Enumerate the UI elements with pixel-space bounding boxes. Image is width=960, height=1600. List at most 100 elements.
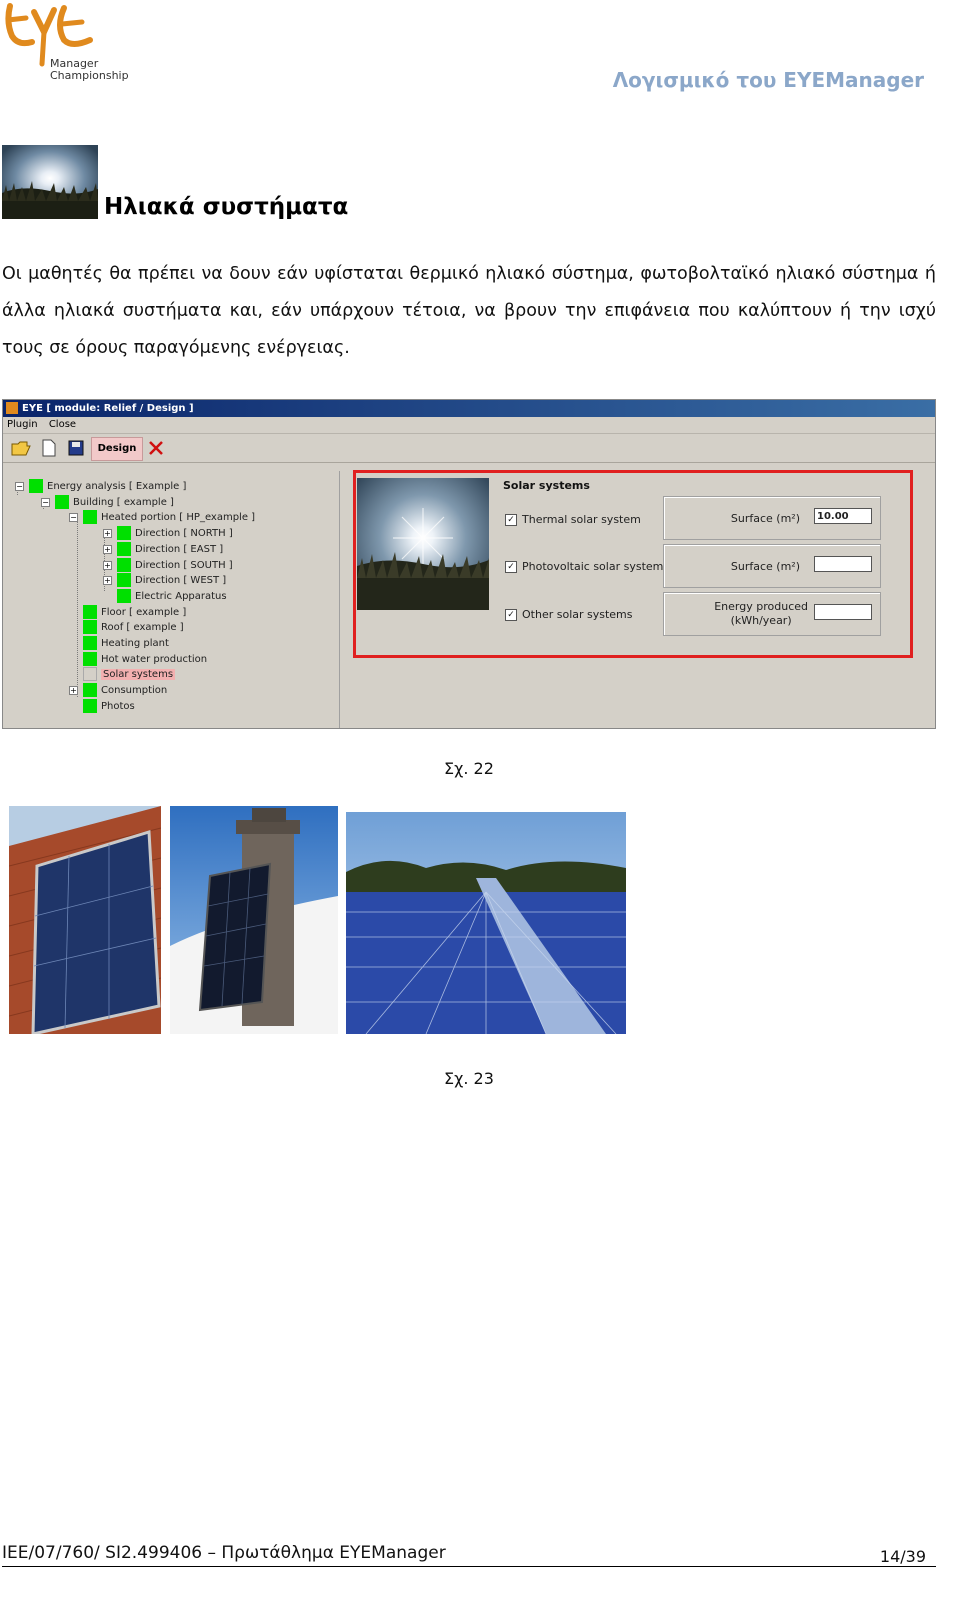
tree-item-11[interactable]: Hot water production [83,651,208,667]
tree-item-5[interactable]: Direction [ SOUTH ] [117,557,233,573]
tree-status-square [83,604,97,619]
thermal-solar-label: Thermal solar system [522,513,641,526]
pv-surface-input[interactable] [814,556,872,572]
window-titlebar: EYE [ module: Relief / Design ] [3,400,935,417]
app-icon [6,402,18,414]
footer-page-number: 14/39 [879,1547,926,1566]
eye-software-window: EYE [ module: Relief / Design ] Plugin C… [2,399,936,729]
solar-systems-heading: Solar systems [503,479,590,492]
tree-item-label: Hot water production [101,653,208,665]
pv-surface-label: Surface (m²) [730,560,800,573]
new-document-icon[interactable] [41,439,59,457]
figure-22-caption: Σχ. 22 [444,759,494,778]
tree-item-label: Energy analysis [ Example ] [47,481,187,492]
pv-surface-group: Surface (m²) [663,544,881,588]
tree-item-2[interactable]: Heated portion [ HP_example ] [83,510,255,525]
tree-status-square [83,683,97,698]
tree-item-13[interactable]: Consumption [83,683,167,698]
tree-item-label: Solar systems [101,669,176,681]
tree-expander-13[interactable]: + [69,686,78,696]
tree-item-label: Direction [ NORTH ] [135,528,233,540]
tree-item-1[interactable]: Building [ example ] [55,494,174,510]
tree-status-square [83,651,97,666]
tree-status-square [83,667,97,682]
energy-produced-group: Energy produced (kWh/year) [663,592,881,636]
roof-solar-panel-photo [9,806,161,1034]
tree-item-14[interactable]: Photos [83,698,135,714]
tree-status-square [117,526,131,541]
tree-expander-3[interactable]: + [103,529,112,539]
tree-status-square [83,698,97,713]
tree-item-label: Photos [101,700,135,712]
solar-panel-photo [357,478,489,610]
pv-solar-checkbox[interactable]: ✓ [505,561,517,573]
tree-item-label: Direction [ EAST ] [135,543,224,555]
thermal-solar-checkbox[interactable]: ✓ [505,514,517,526]
tree-expander-1[interactable]: − [41,497,50,507]
tree-item-label: Direction [ SOUTH ] [135,559,233,571]
tree-expander-2[interactable]: − [69,513,78,523]
tree-status-square [29,479,43,493]
tree-status-square [117,573,131,588]
menu-plugin[interactable]: Plugin [3,417,42,433]
menu-bar: Plugin Close [3,417,935,434]
tree-item-label: Heating plant [101,638,169,649]
tree-panel: − Energy analysis [ Example ] − Building [ … [7,471,340,728]
logo-line-championship: Championship [50,69,129,82]
energy-produced-label-line2: (kWh/year) [730,614,792,627]
footer-project-id: IEE/07/760/ SI2.499406 – Πρωτάθλημα EYEM… [2,1543,446,1563]
eye-logo: Manager Championship [4,2,134,90]
menu-close[interactable]: Close [45,417,80,433]
tree-item-label: Direction [ WEST ] [135,575,227,587]
thermal-surface-label: Surface (m²) [730,512,800,525]
pv-solar-row: ✓ Photovoltaic solar system [505,560,663,573]
pv-solar-label: Photovoltaic solar system [522,560,664,573]
tree-expander-6[interactable]: + [103,576,112,586]
header-title: Λογισμικό του EYEManager [612,68,924,92]
thermal-surface-group: Surface (m²) 10.00 [663,496,881,540]
tree-expander-4[interactable]: + [103,544,112,554]
tree-status-square [117,588,131,603]
tree-expander-5[interactable]: + [103,560,112,570]
other-solar-label: Other solar systems [522,608,633,621]
tree-item-label: Building [ example ] [73,496,174,508]
tree-item-7[interactable]: Electric Apparatus [117,588,227,604]
sunset-grass-thumbnail [2,145,98,219]
thermal-solar-row: ✓ Thermal solar system [505,513,641,526]
tree-expander-0[interactable]: − [15,482,24,491]
window-title: EYE [ module: Relief / Design ] [22,403,194,414]
delete-x-icon[interactable] [147,439,165,457]
tree-item-6[interactable]: Direction [ WEST ] [117,573,226,588]
thermal-surface-input[interactable]: 10.00 [814,508,872,524]
energy-produced-label: Energy produced (kWh/year) [714,600,808,628]
design-button[interactable]: Design [91,437,143,461]
tree-item-4[interactable]: Direction [ EAST ] [117,541,224,557]
intro-paragraph: Οι μαθητές θα πρέπει να δουν εάν υφίστατ… [2,264,936,358]
tree-item-9[interactable]: Roof [ example ] [83,620,184,635]
tree-status-square [117,557,131,572]
solar-farm-photo [346,812,626,1034]
toolbar: Design [3,434,935,463]
other-solar-checkbox[interactable]: ✓ [505,609,517,621]
footer-divider [2,1566,936,1567]
save-icon[interactable] [67,439,85,457]
other-solar-row: ✓ Other solar systems [505,608,633,621]
tree-item-3[interactable]: Direction [ NORTH ] [117,526,233,541]
tree-status-square [83,510,97,525]
tree-item-10[interactable]: Heating plant [83,636,169,651]
tree-status-square [117,541,131,556]
chimney-solar-panel-photo [170,806,338,1034]
energy-produced-input[interactable] [814,604,872,620]
open-folder-icon[interactable] [11,439,31,457]
tree-item-12[interactable]: Solar systems [83,667,176,682]
tree-item-label: Electric Apparatus [135,590,227,602]
tree-status-square [83,636,97,650]
tree-status-square [83,620,97,635]
energy-produced-label-line1: Energy produced [714,600,808,613]
tree-item-8[interactable]: Floor [ example ] [83,604,187,620]
tree-item-0[interactable]: Energy analysis [ Example ] [29,479,186,494]
tree-item-label: Roof [ example ] [101,622,184,634]
section-title: Ηλιακά συστήματα [104,194,349,220]
tree-item-label: Floor [ example ] [101,606,187,618]
tree-item-label: Heated portion [ HP_example ] [101,512,256,524]
